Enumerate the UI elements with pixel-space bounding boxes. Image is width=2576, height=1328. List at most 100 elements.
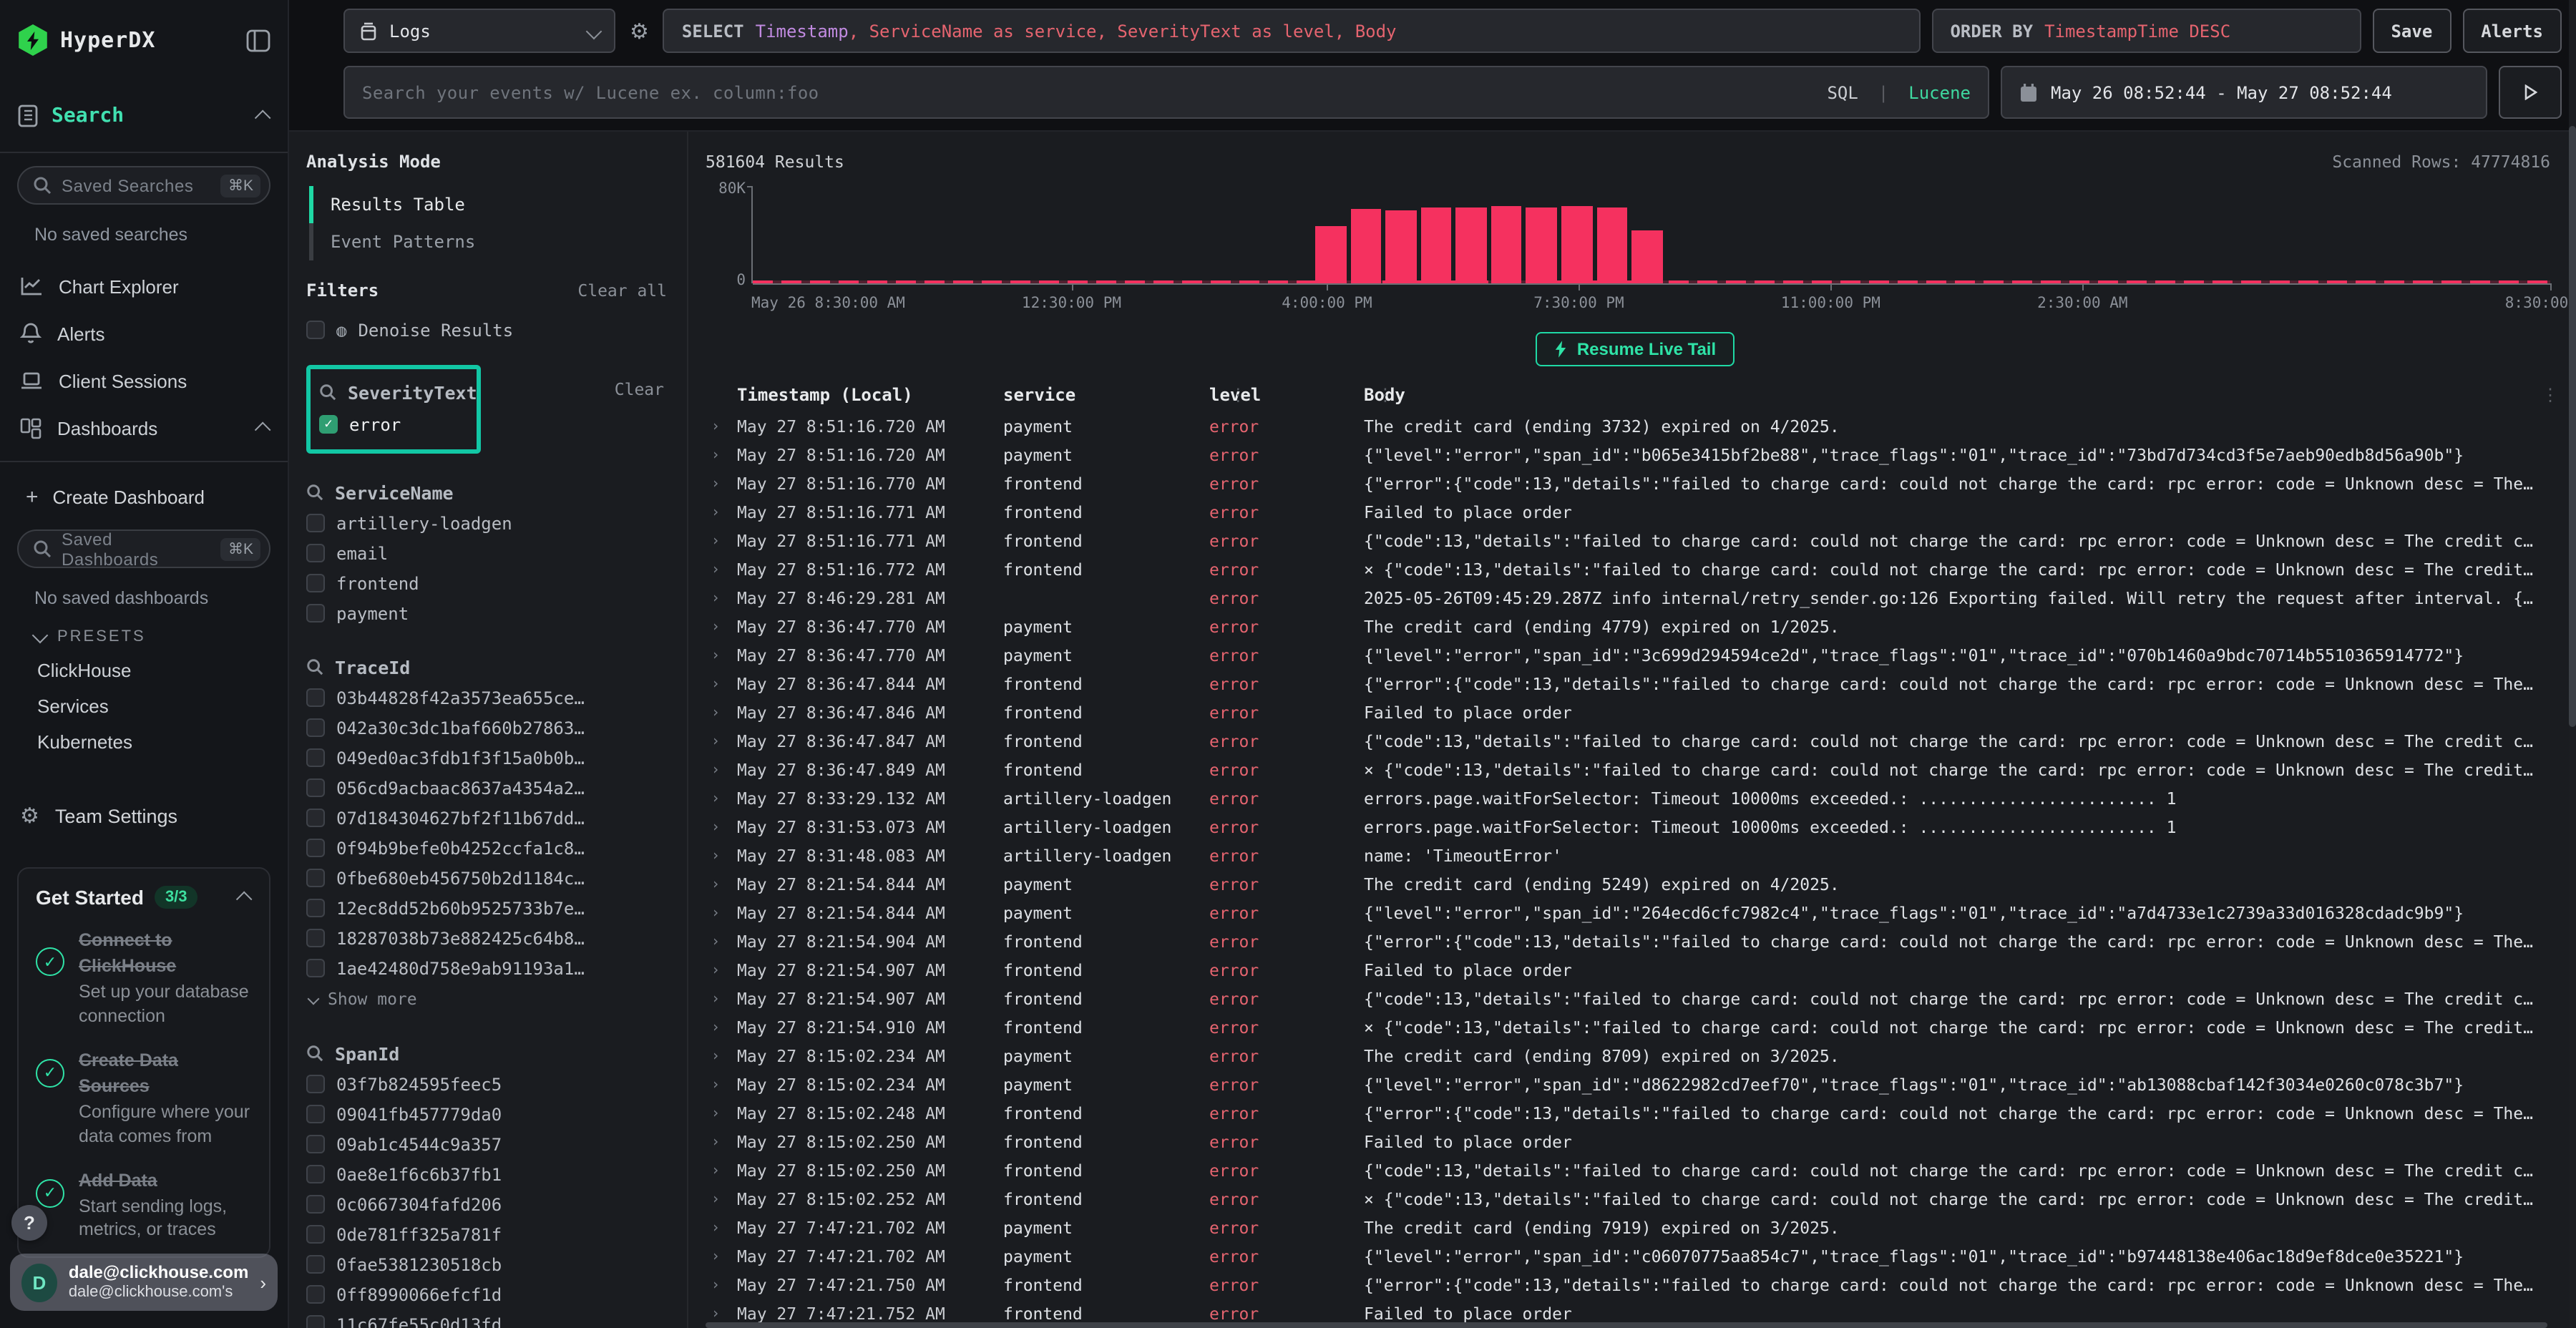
expand-row-chevron-icon[interactable]: ›: [706, 1306, 737, 1322]
gear-icon[interactable]: ⚙: [630, 18, 649, 44]
saved-dashboards-input[interactable]: Saved Dashboards ⌘K: [17, 529, 270, 568]
presets-toggle[interactable]: PRESETS: [34, 628, 270, 645]
checkbox-icon[interactable]: [306, 1285, 325, 1304]
expand-row-chevron-icon[interactable]: ›: [706, 1220, 737, 1236]
expand-row-chevron-icon[interactable]: ›: [706, 762, 737, 778]
table-row[interactable]: ›May 27 8:51:16.772 AMfrontenderror× {"c…: [706, 555, 2565, 584]
preset-services[interactable]: Services: [37, 695, 270, 717]
table-row[interactable]: ›May 27 8:15:02.234 AMpaymenterrorThe cr…: [706, 1042, 2565, 1070]
expand-row-chevron-icon[interactable]: ›: [706, 533, 737, 549]
save-button[interactable]: Save: [2372, 9, 2451, 53]
expand-row-chevron-icon[interactable]: ›: [706, 848, 737, 864]
sql-mode-toggle[interactable]: SQL: [1827, 82, 1858, 102]
checkbox-icon[interactable]: [306, 1195, 325, 1214]
expand-row-chevron-icon[interactable]: ›: [706, 1277, 737, 1293]
denoise-results-checkbox-row[interactable]: ◍ Denoise Results: [306, 315, 667, 345]
checkbox-icon[interactable]: [306, 1105, 325, 1123]
checkbox-icon[interactable]: [306, 809, 325, 827]
alerts-button[interactable]: Alerts: [2462, 9, 2562, 53]
filter-value-row[interactable]: 0fbe680eb456750b2d1184c…: [306, 863, 667, 893]
run-query-button[interactable]: [2499, 66, 2562, 119]
expand-row-chevron-icon[interactable]: ›: [706, 562, 737, 577]
expand-row-chevron-icon[interactable]: ›: [706, 419, 737, 434]
table-row[interactable]: ›May 27 8:46:29.281 AMerror2025-05-26T09…: [706, 584, 2565, 612]
filter-value-row[interactable]: 12ec8dd52b60b9525733b7e…: [306, 893, 667, 923]
checkbox-icon[interactable]: [306, 839, 325, 857]
analysis-mode-option[interactable]: Event Patterns: [309, 223, 667, 260]
expand-row-chevron-icon[interactable]: ›: [706, 476, 737, 492]
table-row[interactable]: ›May 27 7:47:21.702 AMpaymenterrorThe cr…: [706, 1214, 2565, 1242]
expand-row-chevron-icon[interactable]: ›: [706, 1163, 737, 1178]
filter-value-row[interactable]: 03b44828f42a3573ea655ce…: [306, 683, 667, 713]
expand-row-chevron-icon[interactable]: ›: [706, 1020, 737, 1035]
sidebar-item-alerts[interactable]: Alerts: [17, 312, 270, 355]
filter-value-row[interactable]: 1ae42480d758e9ab91193a1…: [306, 953, 667, 983]
filter-value-row[interactable]: frontend: [306, 568, 667, 598]
sidebar-item-dashboards[interactable]: Dashboards: [17, 406, 270, 449]
table-row[interactable]: ›May 27 8:21:54.907 AMfrontenderror{"cod…: [706, 985, 2565, 1013]
filter-value-row[interactable]: 0fae5381230518cb: [306, 1249, 667, 1279]
help-button[interactable]: ?: [11, 1205, 47, 1241]
expand-row-chevron-icon[interactable]: ›: [706, 877, 737, 892]
source-select[interactable]: Logs: [343, 9, 615, 53]
expand-row-chevron-icon[interactable]: ›: [706, 590, 737, 606]
expand-row-chevron-icon[interactable]: ›: [706, 1048, 737, 1064]
histogram-bar[interactable]: [1596, 208, 1627, 283]
filter-value-row[interactable]: 07d184304627bf2f11b67dd…: [306, 803, 667, 833]
checkbox-icon[interactable]: [306, 321, 325, 339]
table-row[interactable]: ›May 27 7:47:21.750 AMfrontenderror{"err…: [706, 1271, 2565, 1299]
filter-value-row[interactable]: 03f7b824595feec5: [306, 1069, 667, 1099]
expand-row-chevron-icon[interactable]: ›: [706, 819, 737, 835]
checkbox-icon[interactable]: [306, 604, 325, 622]
clear-all-filters-button[interactable]: Clear all: [577, 280, 667, 301]
filter-value-row[interactable]: 049ed0ac3fdb1f3f15a0b0b…: [306, 743, 667, 773]
collapse-sidebar-icon[interactable]: [246, 28, 270, 52]
table-row[interactable]: ›May 27 8:36:47.844 AMfrontenderror{"err…: [706, 670, 2565, 698]
horizontal-scrollbar[interactable]: [706, 1322, 2547, 1328]
histogram-bar[interactable]: [1631, 231, 1662, 283]
expand-row-chevron-icon[interactable]: ›: [706, 1105, 737, 1121]
filter-value-row[interactable]: 0ff8990066efcf1d: [306, 1279, 667, 1309]
order-by-input[interactable]: ORDER BY TimestampTime DESC: [1931, 9, 2361, 53]
filter-value-row[interactable]: 0ae8e1f6c6b37fb1: [306, 1159, 667, 1189]
get-started-step[interactable]: ✓ Connect to ClickHouse Set up your data…: [36, 927, 252, 1029]
histogram-bar[interactable]: [1421, 208, 1452, 283]
checkbox-icon[interactable]: [306, 1165, 325, 1183]
expand-row-chevron-icon[interactable]: ›: [706, 733, 737, 749]
table-row[interactable]: ›May 27 8:51:16.770 AMfrontenderror{"err…: [706, 469, 2565, 498]
checkbox-icon[interactable]: [306, 688, 325, 707]
sidebar-item-search[interactable]: Search: [17, 92, 270, 140]
expand-row-chevron-icon[interactable]: ›: [706, 962, 737, 978]
table-options-kebab-icon[interactable]: ⋮: [2542, 385, 2565, 405]
sidebar-item-team-settings[interactable]: ⚙ Team Settings: [17, 796, 270, 836]
search-icon[interactable]: [306, 1045, 323, 1062]
sidebar-item-chart-explorer[interactable]: Chart Explorer: [17, 265, 270, 308]
table-row[interactable]: ›May 27 8:33:29.132 AMartillery-loadgene…: [706, 784, 2565, 813]
histogram-bar[interactable]: [1350, 209, 1381, 283]
table-row[interactable]: ›May 27 8:36:47.846 AMfrontenderrorFaile…: [706, 698, 2565, 727]
vertical-scrollbar[interactable]: [2569, 0, 2576, 1328]
preset-kubernetes[interactable]: Kubernetes: [37, 731, 270, 753]
chevron-up-icon[interactable]: [255, 110, 271, 127]
checkbox-icon[interactable]: [306, 929, 325, 947]
saved-searches-input[interactable]: Saved Searches ⌘K: [17, 166, 270, 205]
checkbox-icon[interactable]: [306, 1225, 325, 1244]
filter-value-row[interactable]: 18287038b73e882425c64b8…: [306, 923, 667, 953]
table-row[interactable]: ›May 27 8:21:54.844 AMpaymenterror{"leve…: [706, 899, 2565, 927]
table-row[interactable]: ›May 27 8:51:16.720 AMpaymenterror{"leve…: [706, 441, 2565, 469]
table-row[interactable]: ›May 27 8:21:54.907 AMfrontenderrorFaile…: [706, 956, 2565, 985]
histogram-bar[interactable]: [1526, 208, 1557, 283]
column-service[interactable]: service⋮: [1003, 385, 1209, 405]
checkbox-icon[interactable]: [306, 514, 325, 532]
checkbox-icon[interactable]: [306, 544, 325, 562]
table-row[interactable]: ›May 27 8:36:47.770 AMpaymenterror{"leve…: [706, 641, 2565, 670]
filter-value-row[interactable]: 11c67fe55c0d13fd: [306, 1309, 667, 1328]
column-level[interactable]: level⋮: [1209, 385, 1364, 405]
checkbox-icon[interactable]: [306, 1135, 325, 1153]
checkbox-icon[interactable]: [306, 1315, 325, 1328]
get-started-header[interactable]: Get Started 3/3: [36, 886, 252, 909]
expand-row-chevron-icon[interactable]: ›: [706, 676, 737, 692]
expand-row-chevron-icon[interactable]: ›: [706, 705, 737, 721]
filter-value-row[interactable]: ✓ error: [319, 409, 465, 439]
filter-value-row[interactable]: 09ab1c4544c9a357: [306, 1129, 667, 1159]
